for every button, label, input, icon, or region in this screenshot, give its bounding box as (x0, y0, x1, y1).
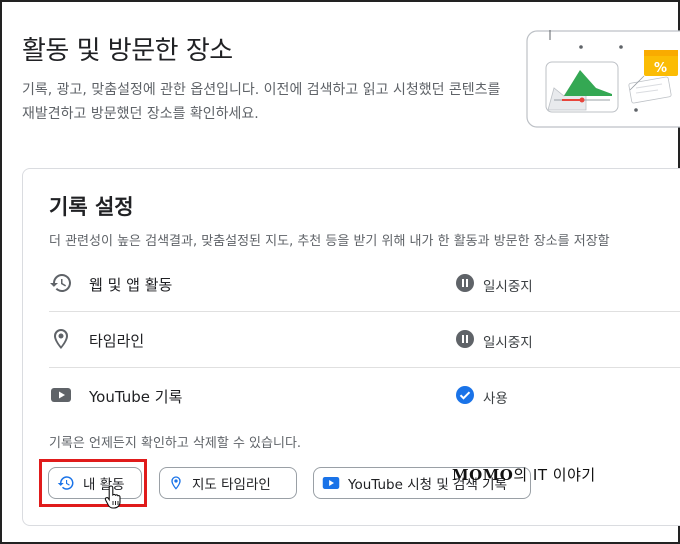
page-title: 활동 및 방문한 장소 (22, 36, 233, 66)
setting-label: YouTube 기록 (89, 388, 183, 406)
watermark-rest: 의 IT 이야기 (513, 466, 596, 484)
highlight-box (39, 459, 147, 507)
setting-row-web-app-activity[interactable]: 웹 및 앱 활동 일시중지 (23, 256, 680, 312)
history-icon (50, 274, 71, 292)
location-pin-icon (54, 329, 68, 349)
check-circle-icon (456, 386, 474, 404)
pause-icon (456, 274, 474, 292)
history-settings-title: 기록 설정 (49, 195, 134, 219)
watermark-brand: MOMO (452, 466, 514, 484)
setting-status: 일시중지 (483, 279, 533, 295)
maps-timeline-button[interactable]: 지도 타임라인 (159, 467, 297, 499)
watermark: MOMO의 IT 이야기 (452, 464, 596, 485)
page-description: 기록, 광고, 맞춤설정에 관한 옵션입니다. 이전에 검색하고 읽고 시청했던… (22, 82, 501, 122)
maps-timeline-label: 지도 타임라인 (192, 477, 271, 493)
setting-row-youtube-history[interactable]: YouTube 기록 사용 (23, 368, 680, 424)
activity-illustration: % (526, 30, 680, 128)
setting-label: 타임라인 (89, 332, 145, 350)
youtube-icon (51, 388, 71, 402)
pause-icon (456, 330, 474, 348)
setting-label: 웹 및 앱 활동 (89, 276, 173, 294)
history-footnote: 기록은 언제든지 확인하고 삭제할 수 있습니다. (49, 436, 302, 451)
setting-status: 사용 (483, 391, 508, 407)
setting-row-timeline[interactable]: 타임라인 일시중지 (23, 312, 680, 368)
history-settings-description: 더 관련성이 높은 검색결과, 맞춤설정된 지도, 추천 등을 받기 위해 내가… (49, 234, 610, 249)
svg-text:%: % (654, 61, 667, 76)
youtube-icon (322, 477, 340, 489)
setting-status: 일시중지 (483, 335, 533, 351)
location-pin-icon (171, 476, 181, 490)
hand-cursor-icon (104, 485, 121, 509)
